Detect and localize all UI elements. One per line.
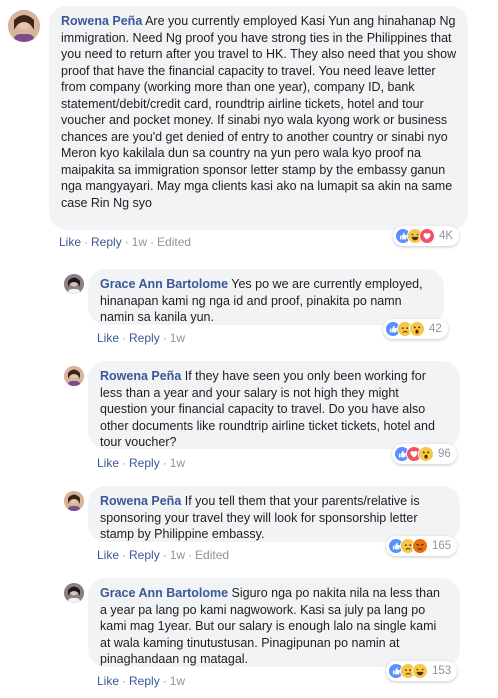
haha-reaction-icon: [412, 663, 428, 679]
author-name[interactable]: Rowena Peña: [100, 494, 181, 508]
reaction-count: 42: [429, 323, 442, 335]
reply-link[interactable]: Reply: [129, 456, 160, 470]
timestamp[interactable]: 1w: [170, 456, 185, 470]
like-link[interactable]: Like: [97, 548, 119, 562]
reaction-count: 96: [438, 448, 451, 460]
wow-reaction-icon: [409, 321, 425, 337]
timestamp[interactable]: 1w: [170, 331, 185, 345]
like-link[interactable]: Like: [97, 331, 119, 345]
reaction-summary[interactable]: 165: [386, 536, 458, 556]
wow-reaction-icon: [418, 446, 434, 462]
reaction-summary[interactable]: 42: [383, 319, 448, 339]
edited-label[interactable]: Edited: [157, 235, 191, 249]
comment-bubble: Grace Ann Bartolome Yes po we are curren…: [88, 269, 444, 325]
comment-bubble: Grace Ann Bartolome Siguro nga po nakita…: [88, 578, 460, 667]
like-link[interactable]: Like: [97, 456, 119, 470]
reaction-summary[interactable]: 153: [386, 661, 458, 681]
comment-actions: Like · Reply · 1w · Edited: [97, 548, 230, 562]
reaction-count: 4K: [439, 230, 454, 242]
reaction-summary[interactable]: 4K: [393, 226, 460, 246]
timestamp[interactable]: 1w: [170, 674, 185, 688]
comment-bubble: Rowena Peña Are you currently employed K…: [49, 6, 468, 230]
author-name[interactable]: Rowena Peña: [100, 369, 181, 383]
reply-link[interactable]: Reply: [129, 674, 160, 688]
comment-actions: Like · Reply · 1w: [97, 456, 186, 470]
avatar[interactable]: [64, 366, 84, 386]
comment-text: Are you currently employed Kasi Yun ang …: [61, 14, 457, 210]
author-name[interactable]: Rowena Peña: [61, 14, 142, 28]
like-link[interactable]: Like: [59, 235, 81, 249]
comment-actions: Like · Reply · 1w: [97, 674, 186, 688]
comment-actions: Like · Reply · 1w · Edited: [59, 235, 192, 249]
like-link[interactable]: Like: [97, 674, 119, 688]
reaction-summary[interactable]: 96: [392, 444, 457, 464]
comment-bubble: Rowena Peña If you tell them that your p…: [88, 486, 460, 542]
avatar[interactable]: [64, 583, 84, 603]
angry-reaction-icon: [412, 538, 428, 554]
avatar[interactable]: [64, 274, 84, 294]
reply-link[interactable]: Reply: [129, 548, 160, 562]
comment-actions: Like · Reply · 1w: [97, 331, 186, 345]
avatar[interactable]: [8, 10, 40, 42]
reaction-count: 153: [432, 665, 452, 677]
timestamp[interactable]: 1w: [132, 235, 147, 249]
love-reaction-icon: [419, 228, 435, 244]
edited-label[interactable]: Edited: [195, 548, 229, 562]
reaction-count: 165: [432, 540, 452, 552]
comment-bubble: Rowena Peña If they have seen you only b…: [88, 361, 460, 449]
reply-link[interactable]: Reply: [91, 235, 122, 249]
reply-link[interactable]: Reply: [129, 331, 160, 345]
avatar[interactable]: [64, 491, 84, 511]
timestamp[interactable]: 1w: [170, 548, 185, 562]
author-name[interactable]: Grace Ann Bartolome: [100, 586, 228, 600]
author-name[interactable]: Grace Ann Bartolome: [100, 277, 228, 291]
